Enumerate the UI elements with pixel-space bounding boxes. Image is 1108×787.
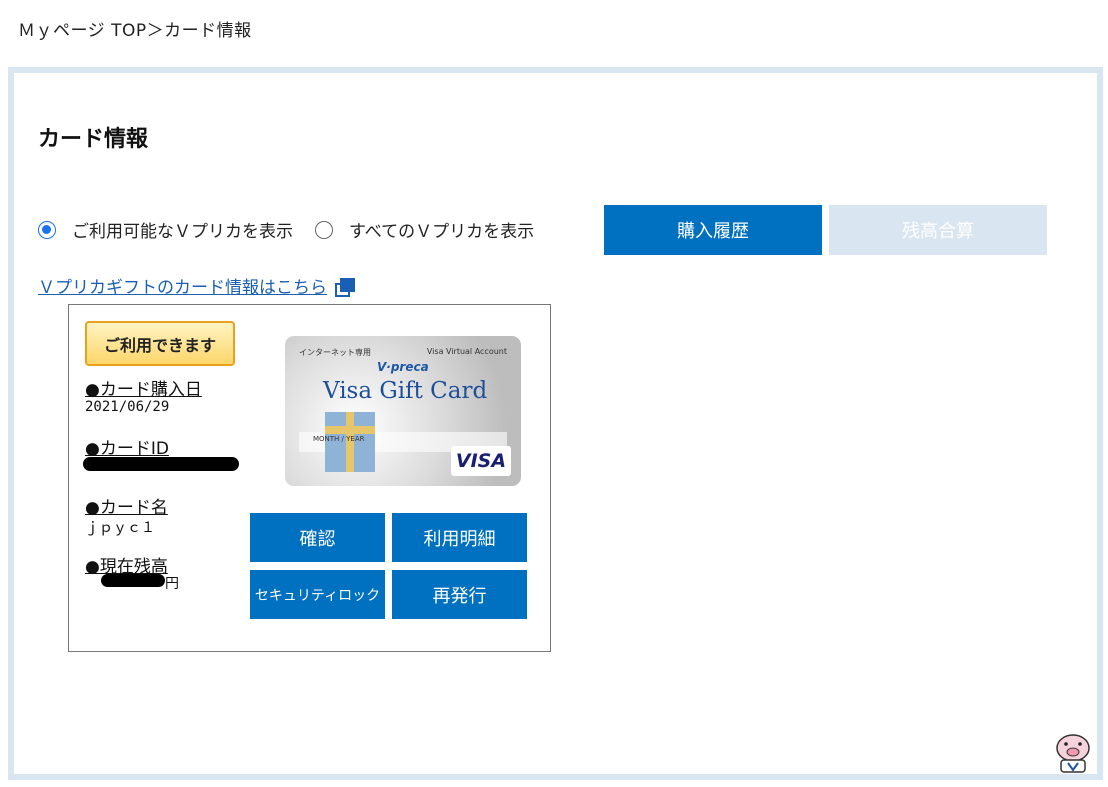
- vpreca-logo: V·preca: [377, 360, 429, 374]
- gift-card-info-link-text[interactable]: Ｖプリカギフトのカード情報はこちら: [38, 273, 327, 298]
- card-filter-group: ご利用可能なＶプリカを表示 すべてのＶプリカを表示: [38, 217, 556, 242]
- confirm-button[interactable]: 確認: [250, 513, 385, 562]
- card-name-label: ●カード名: [85, 498, 168, 518]
- radio-available-label[interactable]: ご利用可能なＶプリカを表示: [72, 217, 293, 242]
- radio-all-label[interactable]: すべてのＶプリカを表示: [349, 217, 534, 242]
- gift-card-info-link[interactable]: Ｖプリカギフトのカード情報はこちら: [38, 273, 355, 298]
- card-image-strip-text: MONTH / YEAR: [313, 435, 365, 443]
- card-info-panel: カード情報 ご利用可能なＶプリカを表示 すべてのＶプリカを表示 購入履歴 残高合…: [8, 67, 1103, 780]
- radio-all[interactable]: [315, 220, 333, 239]
- card-id-label: ●カードID: [85, 439, 169, 459]
- reissue-button[interactable]: 再発行: [392, 570, 527, 619]
- visa-gift-card-image: インターネット専用 Visa Virtual Account V·preca V…: [285, 336, 521, 486]
- card-name-value: ｊｐｙｃ１: [85, 520, 155, 536]
- card-image-top-right: Visa Virtual Account: [426, 347, 507, 356]
- external-link-icon: [335, 277, 355, 297]
- visa-logo: VISA: [451, 446, 511, 476]
- balance-total-button[interactable]: 残高合算: [829, 205, 1047, 255]
- radio-available[interactable]: [38, 220, 56, 239]
- security-lock-button[interactable]: セキュリティロック: [250, 570, 385, 619]
- status-badge: ご利用できます: [85, 321, 235, 366]
- balance-unit: 円: [165, 576, 179, 592]
- card-id-redaction: [83, 457, 239, 471]
- breadcrumb[interactable]: Ｍｙページ TOP＞カード情報: [18, 16, 252, 41]
- pig-mascot-icon[interactable]: [1052, 730, 1094, 774]
- card-image-top-left: インターネット専用: [299, 348, 371, 357]
- purchase-history-button[interactable]: 購入履歴: [604, 205, 822, 255]
- card-image-title: Visa Gift Card: [323, 378, 488, 404]
- page-title: カード情報: [38, 127, 149, 152]
- balance-redaction: [101, 574, 165, 587]
- purchase-date-value: 2021/06/29: [85, 399, 170, 415]
- card-item: ご利用できます ●カード購入日 2021/06/29 ●カードID 10 ●カー…: [68, 304, 551, 652]
- purchase-date-label: ●カード購入日: [85, 380, 202, 400]
- statement-button[interactable]: 利用明細: [392, 513, 527, 562]
